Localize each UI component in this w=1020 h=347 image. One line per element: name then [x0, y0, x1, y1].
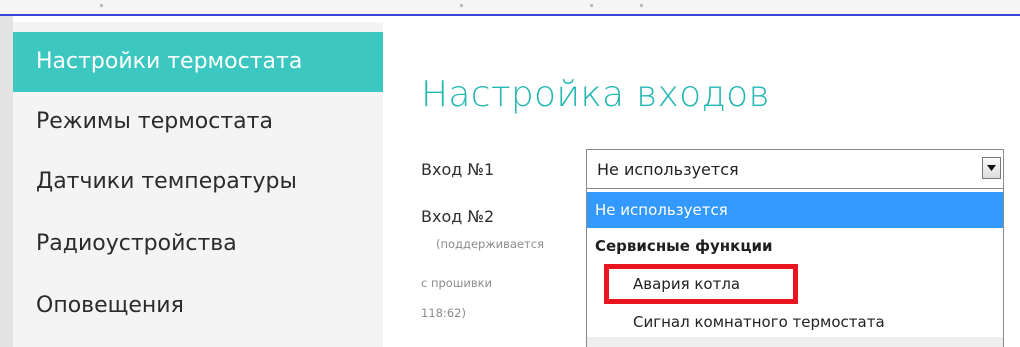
highlight-frame: [604, 264, 798, 304]
sidebar-item-label: Настройки термостата: [36, 49, 303, 74]
input1-select[interactable]: Не используется: [586, 149, 1004, 189]
sidebar-item-radio-devices[interactable]: Радиоустройства: [13, 214, 383, 274]
chevron-down-icon[interactable]: [982, 157, 1001, 179]
top-strip-mark: [460, 4, 463, 7]
sidebar-item-temperature-sensors[interactable]: Датчики температуры: [13, 152, 383, 212]
input2-note-line: (поддерживается: [436, 237, 544, 251]
sidebar-item-thermostat-modes[interactable]: Режимы термостата: [13, 92, 383, 152]
window-frame-left: [0, 16, 13, 347]
sidebar-item-thermostat-settings[interactable]: Настройки термостата: [13, 32, 383, 92]
dropdown-group-label: Сервисные функции: [595, 237, 773, 255]
input2-note-line: 118:62): [421, 306, 466, 320]
input2-label: Вход №2: [421, 207, 495, 226]
dropdown-option-label: Сигнал комнатного термостата: [633, 313, 885, 331]
sidebar-item-notifications[interactable]: Оповещения: [13, 276, 383, 336]
sidebar-item-label: Датчики температуры: [36, 169, 297, 194]
sidebar-item-label: Режимы термостата: [36, 109, 273, 134]
sidebar: Настройки термостата Режимы термостата Д…: [13, 22, 383, 347]
window-border: [0, 14, 1020, 16]
dropdown-bottom-strip: [587, 337, 1003, 347]
sidebar-item-label: Оповещения: [36, 293, 184, 318]
dropdown-option-label: Не используется: [595, 201, 728, 219]
dropdown-group-service-functions: Сервисные функции: [587, 228, 1003, 264]
input1-label: Вход №1: [421, 160, 495, 179]
top-strip-mark: [100, 4, 103, 7]
input2-note-line: с прошивки: [421, 276, 493, 290]
sidebar-item-label: Радиоустройства: [36, 231, 237, 256]
input1-select-value: Не используется: [597, 160, 739, 179]
dropdown-option-room-thermostat-signal[interactable]: Сигнал комнатного термостата: [587, 304, 1003, 340]
top-strip-mark: [640, 4, 643, 7]
dropdown-option-not-used[interactable]: Не используется: [587, 192, 1003, 228]
page-title: Настройка входов: [421, 74, 770, 115]
top-strip-mark: [590, 4, 593, 7]
